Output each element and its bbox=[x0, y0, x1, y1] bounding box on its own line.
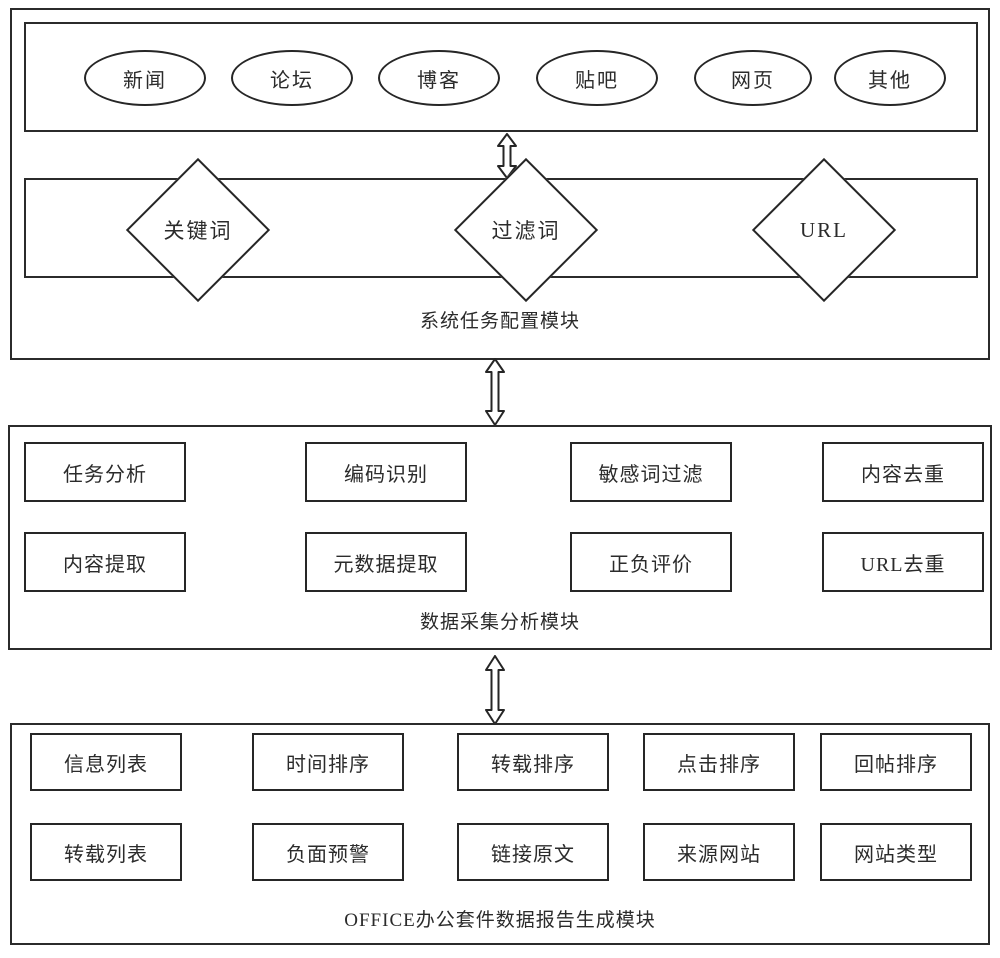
report-node-negative-alert[interactable]: 负面预警 bbox=[252, 823, 404, 881]
collection-node-sentiment-evaluation-label: 正负评价 bbox=[609, 553, 693, 576]
report-node-site-type-label: 网站类型 bbox=[854, 843, 938, 866]
source-pill-blog[interactable]: 博客 bbox=[378, 50, 500, 106]
source-pill-tieba-label: 贴吧 bbox=[575, 69, 619, 92]
report-node-repost-sort[interactable]: 转载排序 bbox=[457, 733, 609, 791]
source-pill-other-label: 其他 bbox=[868, 69, 912, 92]
source-pill-news[interactable]: 新闻 bbox=[84, 50, 206, 106]
collection-node-content-extraction[interactable]: 内容提取 bbox=[24, 532, 186, 592]
report-node-info-list[interactable]: 信息列表 bbox=[30, 733, 182, 791]
source-pill-forum-label: 论坛 bbox=[270, 69, 314, 92]
module-system-task-config-caption: 系统任务配置模块 bbox=[419, 311, 580, 332]
condition-diamond-keyword[interactable]: 关键词 bbox=[108, 157, 288, 303]
condition-diamond-filterword[interactable]: 过滤词 bbox=[436, 157, 616, 303]
report-node-click-sort[interactable]: 点击排序 bbox=[643, 733, 795, 791]
module-office-report-generation-caption: OFFICE办公套件数据报告生成模块 bbox=[344, 910, 656, 931]
condition-diamond-filterword-label: 过滤词 bbox=[491, 219, 561, 243]
collection-node-sentiment-evaluation[interactable]: 正负评价 bbox=[570, 532, 732, 592]
collection-node-task-analysis[interactable]: 任务分析 bbox=[24, 442, 186, 502]
module-data-collection-analysis: 任务分析 编码识别 敏感词过滤 内容去重 内容提取 元数据提取 正负评价 URL… bbox=[8, 425, 992, 650]
source-pill-other[interactable]: 其他 bbox=[834, 50, 946, 106]
report-node-time-sort[interactable]: 时间排序 bbox=[252, 733, 404, 791]
report-node-repost-list-label: 转载列表 bbox=[64, 843, 148, 866]
report-node-source-site-label: 来源网站 bbox=[677, 843, 761, 866]
source-type-group: 新闻 论坛 博客 贴吧 网页 其他 bbox=[24, 22, 978, 132]
collection-node-metadata-extraction-label: 元数据提取 bbox=[333, 553, 439, 576]
collection-node-url-dedup[interactable]: URL去重 bbox=[822, 532, 984, 592]
collection-node-sensitive-word-filter-label: 敏感词过滤 bbox=[598, 463, 704, 486]
source-pill-webpage[interactable]: 网页 bbox=[694, 50, 812, 106]
connector-collection-to-report bbox=[481, 655, 509, 725]
collection-node-encoding-detection-label: 编码识别 bbox=[344, 463, 428, 486]
source-pill-forum[interactable]: 论坛 bbox=[231, 50, 353, 106]
module-data-collection-analysis-caption: 数据采集分析模块 bbox=[419, 612, 580, 633]
module-office-report-generation: 信息列表 时间排序 转载排序 点击排序 回帖排序 转载列表 负面预警 链接原文 … bbox=[10, 723, 990, 945]
report-node-reply-sort-label: 回帖排序 bbox=[854, 753, 938, 776]
report-node-info-list-label: 信息列表 bbox=[64, 753, 148, 776]
module-system-task-config: 新闻 论坛 博客 贴吧 网页 其他 关键词 过滤词 URL 系统任务配置模块 bbox=[10, 8, 990, 360]
condition-diamond-url-label: URL bbox=[800, 217, 848, 242]
source-pill-webpage-label: 网页 bbox=[731, 69, 775, 92]
source-pill-news-label: 新闻 bbox=[123, 69, 167, 92]
report-node-source-link-label: 链接原文 bbox=[491, 843, 575, 866]
report-node-source-site[interactable]: 来源网站 bbox=[643, 823, 795, 881]
architecture-diagram: 新闻 论坛 博客 贴吧 网页 其他 关键词 过滤词 URL 系统任务配置模块 任… bbox=[0, 0, 1000, 958]
collection-node-sensitive-word-filter[interactable]: 敏感词过滤 bbox=[570, 442, 732, 502]
collection-node-encoding-detection[interactable]: 编码识别 bbox=[305, 442, 467, 502]
report-node-site-type[interactable]: 网站类型 bbox=[820, 823, 972, 881]
report-node-time-sort-label: 时间排序 bbox=[286, 753, 370, 776]
condition-diamond-url[interactable]: URL bbox=[734, 157, 914, 303]
report-node-reply-sort[interactable]: 回帖排序 bbox=[820, 733, 972, 791]
condition-diamond-keyword-label: 关键词 bbox=[163, 219, 233, 243]
connector-config-to-collection bbox=[481, 358, 509, 426]
collection-node-url-dedup-label: URL去重 bbox=[860, 553, 946, 576]
collection-node-metadata-extraction[interactable]: 元数据提取 bbox=[305, 532, 467, 592]
collection-node-content-dedup[interactable]: 内容去重 bbox=[822, 442, 984, 502]
source-pill-tieba[interactable]: 贴吧 bbox=[536, 50, 658, 106]
report-node-source-link[interactable]: 链接原文 bbox=[457, 823, 609, 881]
collection-node-task-analysis-label: 任务分析 bbox=[63, 463, 147, 486]
source-pill-blog-label: 博客 bbox=[417, 69, 461, 92]
report-node-click-sort-label: 点击排序 bbox=[677, 753, 761, 776]
collection-node-content-dedup-label: 内容去重 bbox=[861, 463, 945, 486]
report-node-repost-list[interactable]: 转载列表 bbox=[30, 823, 182, 881]
collection-node-content-extraction-label: 内容提取 bbox=[63, 553, 147, 576]
condition-group: 关键词 过滤词 URL bbox=[24, 157, 978, 303]
report-node-repost-sort-label: 转载排序 bbox=[491, 753, 575, 776]
report-node-negative-alert-label: 负面预警 bbox=[286, 843, 370, 866]
